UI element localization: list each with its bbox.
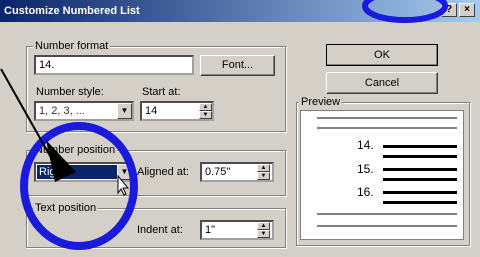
preview-text-bar (383, 191, 457, 194)
customize-numbered-list-dialog: Customize Numbered List ? × Number forma… (0, 0, 480, 257)
aligned-at-spinner[interactable]: ▲ ▼ (256, 164, 270, 180)
title-bar: Customize Numbered List ? × (0, 0, 480, 22)
help-button[interactable]: ? (441, 3, 457, 17)
close-button[interactable]: × (459, 3, 475, 17)
preview-text-bar (383, 178, 457, 181)
text-position-label: Text position (33, 202, 99, 214)
indent-at-spinner[interactable]: ▲ ▼ (256, 222, 270, 238)
alignment-dropdown-icon[interactable]: ▼ (117, 164, 132, 180)
number-format-input[interactable]: 14. (34, 55, 194, 75)
number-style-label: Number style: (36, 86, 104, 98)
preview-line (317, 117, 457, 119)
number-format-label: Number format (33, 40, 111, 52)
spin-up-icon[interactable]: ▲ (257, 222, 270, 230)
dialog-title: Customize Numbered List (4, 5, 140, 17)
start-at-label: Start at: (142, 86, 181, 98)
spin-up-icon[interactable]: ▲ (257, 164, 270, 172)
start-at-value: 14 (145, 105, 158, 117)
spin-down-icon[interactable]: ▼ (257, 230, 270, 238)
spin-down-icon[interactable]: ▼ (199, 111, 212, 119)
preview-text-bar (383, 155, 457, 158)
number-style-value: 1, 2, 3, ... (39, 105, 85, 117)
preview-line (317, 225, 457, 227)
preview-line (317, 127, 457, 129)
spin-down-icon[interactable]: ▼ (257, 172, 270, 180)
cancel-button[interactable]: Cancel (326, 72, 438, 94)
preview-number-3: 16. (357, 185, 374, 199)
font-button[interactable]: Font... (200, 55, 275, 76)
number-style-dropdown-icon[interactable]: ▼ (117, 103, 132, 119)
number-position-label: Number position (33, 144, 118, 156)
preview-line (317, 213, 457, 215)
indent-at-label: Indent at: (137, 224, 183, 236)
aligned-at-value: 0.75" (205, 166, 231, 178)
preview-text-bar (383, 201, 457, 204)
aligned-at-label: Aligned at: (137, 166, 189, 178)
start-at-spinner[interactable]: ▲ ▼ (198, 103, 212, 119)
indent-at-value: 1" (205, 224, 216, 236)
number-format-value: 14. (39, 59, 55, 71)
ok-button[interactable]: OK (326, 44, 438, 66)
preview-label: Preview (299, 96, 343, 108)
alignment-value: Right (37, 165, 117, 179)
preview-number-1: 14. (357, 138, 374, 152)
preview-text-bar (383, 145, 457, 148)
preview-pane: 14. 15. 16. (300, 110, 464, 240)
preview-number-2: 15. (357, 162, 374, 176)
spin-up-icon[interactable]: ▲ (199, 103, 212, 111)
preview-text-bar (383, 168, 457, 171)
